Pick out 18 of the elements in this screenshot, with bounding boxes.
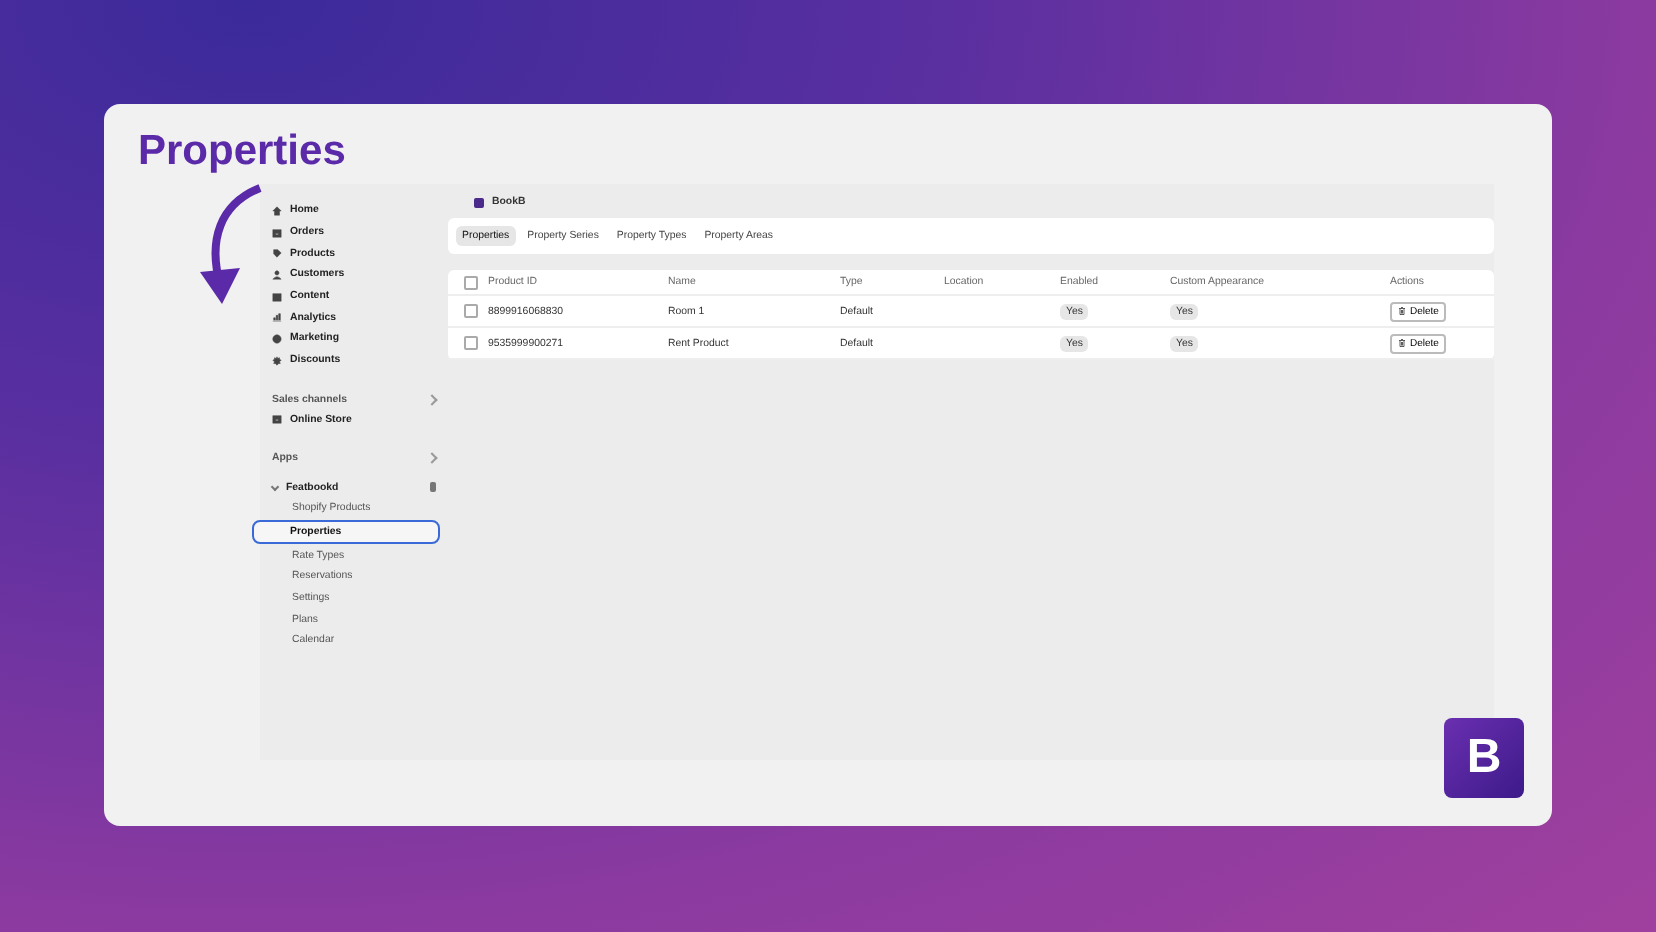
chevron-icon bbox=[426, 393, 438, 405]
trash-icon bbox=[1398, 338, 1406, 348]
trash-icon bbox=[1398, 306, 1406, 316]
person-icon bbox=[272, 269, 282, 280]
bar-chart-icon bbox=[272, 312, 282, 323]
checkbox[interactable] bbox=[464, 275, 478, 289]
tag-icon bbox=[272, 248, 282, 259]
home-icon bbox=[272, 205, 282, 216]
inbox-icon bbox=[272, 227, 282, 238]
pin-icon bbox=[430, 482, 436, 493]
app-logo: B bbox=[1444, 718, 1524, 798]
page-title: Properties bbox=[138, 128, 346, 176]
chevron-icon bbox=[426, 452, 438, 465]
gear-icon bbox=[272, 355, 282, 366]
checkbox[interactable] bbox=[464, 304, 478, 318]
store-icon bbox=[272, 414, 282, 425]
app-icon bbox=[474, 197, 484, 207]
checkbox[interactable] bbox=[464, 336, 478, 350]
